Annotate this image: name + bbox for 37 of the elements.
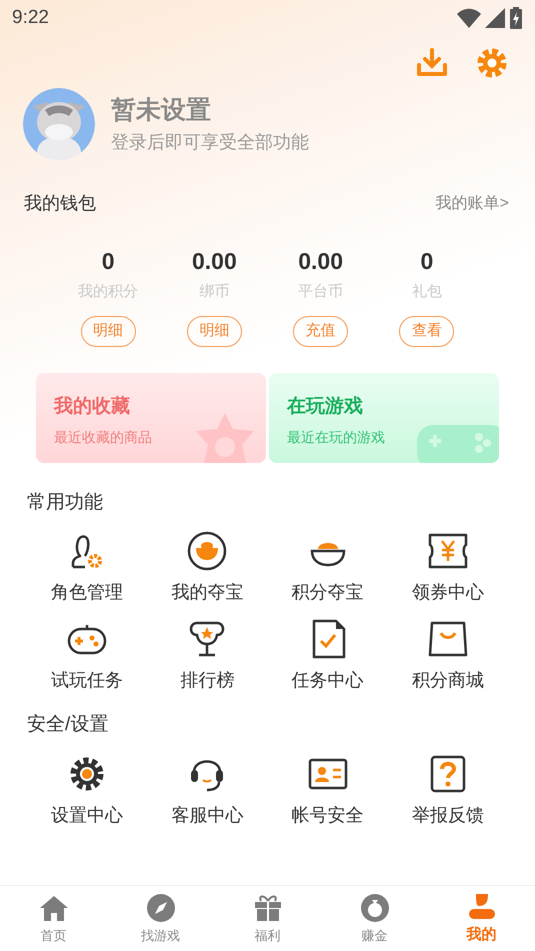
feature-item[interactable]: 积分夺宝	[268, 529, 388, 605]
card-title: 在玩游戏	[287, 394, 364, 418]
feature-item[interactable]: 帐号安全	[268, 752, 388, 828]
stat-value: 0	[420, 247, 434, 275]
feature-item[interactable]: 积分商城	[388, 617, 508, 693]
tab-bar-item[interactable]: 首页	[0, 886, 107, 951]
compass-icon	[144, 892, 176, 924]
download-icon	[416, 48, 448, 78]
tab-bar-item[interactable]: 赚金	[321, 886, 428, 951]
feature-item[interactable]: 我的夺宝	[147, 529, 268, 605]
section-title: 常用功能	[26, 490, 104, 514]
tab-bar-item[interactable]: 找游戏	[107, 886, 214, 951]
settings-icon	[476, 47, 508, 79]
feature-item[interactable]: 设置中心	[27, 752, 148, 828]
feature-item[interactable]: 举报反馈	[388, 752, 508, 828]
wallet-title: 我的钱包	[24, 192, 96, 215]
cell-signal-icon	[485, 8, 505, 28]
login-hint: 登录后即可享受全部功能	[111, 131, 309, 154]
feature-item[interactable]: 客服中心	[147, 752, 268, 828]
feature-item[interactable]: 试玩任务	[27, 617, 148, 693]
status-time: 9:22	[12, 6, 49, 30]
section-title: 安全/设置	[26, 713, 110, 737]
card-subtitle: 最近在玩的游戏	[287, 428, 386, 447]
stat-value: 0	[102, 247, 115, 275]
tab-bar-item[interactable]: 福利	[214, 886, 321, 951]
feature-item[interactable]: 任务中心	[268, 617, 388, 693]
feature-item[interactable]: 角色管理	[27, 529, 148, 605]
stat-value: 0.00	[298, 247, 343, 275]
battery-icon	[509, 7, 523, 29]
wifi-icon	[457, 8, 481, 28]
feature-item[interactable]: 排行榜	[147, 617, 268, 693]
feature-item[interactable]: 领券中心	[388, 529, 508, 605]
user-name: 暂未设置	[111, 95, 212, 126]
card-title: 我的收藏	[54, 394, 131, 418]
stat-value: 0.00	[192, 247, 237, 275]
settings-button[interactable]	[475, 46, 509, 80]
card-subtitle: 最近收藏的商品	[54, 428, 153, 447]
